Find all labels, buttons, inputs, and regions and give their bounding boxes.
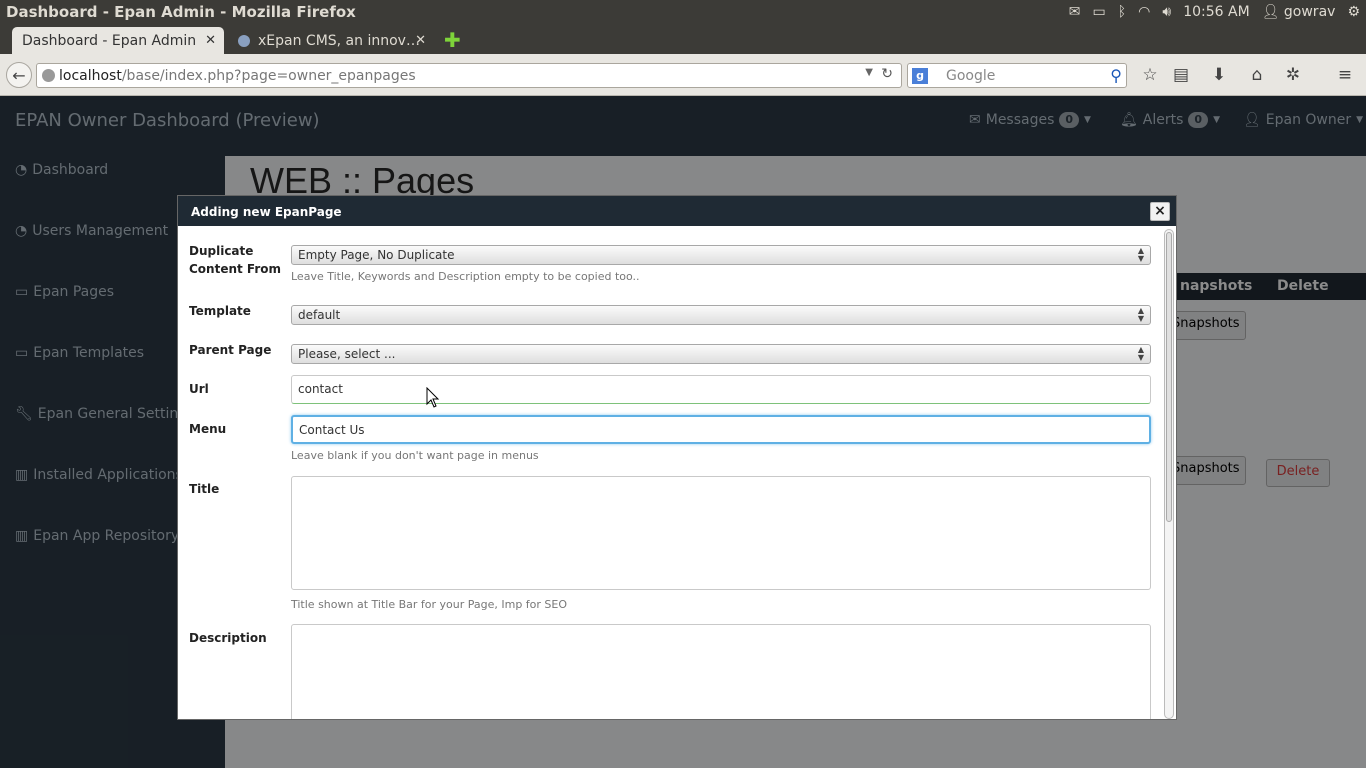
template-select[interactable]: default ▲ ▼ (291, 305, 1151, 325)
url-path: /base/index.php?page=owner_epanpages (121, 67, 416, 84)
menu-label: Menu (189, 422, 227, 436)
close-dialog-button[interactable]: × (1150, 202, 1170, 221)
duplicate-help: Leave Title, Keywords and Description em… (291, 270, 640, 283)
mouse-cursor-icon (426, 387, 440, 408)
description-label: Description (189, 631, 267, 645)
duplicate-label-line2: Content From (189, 262, 282, 276)
dialog-scrollbar[interactable] (1164, 229, 1174, 719)
dialog-titlebar: Adding new EpanPage (178, 196, 1176, 226)
search-bar[interactable]: g Google ⚲ (907, 63, 1127, 88)
description-textarea[interactable] (291, 624, 1151, 719)
username: gowrav (1283, 4, 1336, 20)
close-tab-icon[interactable]: ✕ (415, 33, 426, 48)
title-help: Title shown at Title Bar for your Page, … (291, 598, 568, 611)
dialog-title: Adding new EpanPage (191, 205, 342, 219)
window-title: Dashboard - Epan Admin - Mozilla Firefox (6, 3, 356, 21)
search-icon[interactable]: ⚲ (1110, 66, 1122, 85)
wifi-icon[interactable]: ◠ (1138, 4, 1150, 20)
title-label: Title (189, 482, 220, 496)
os-top-bar: Dashboard - Epan Admin - Mozilla Firefox… (0, 0, 1366, 24)
battery-icon[interactable]: ▭ (1093, 4, 1106, 20)
url-input[interactable]: contact (291, 375, 1151, 404)
template-label: Template (189, 304, 251, 318)
parent-page-select[interactable]: Please, select ... ▲ ▼ (291, 344, 1151, 364)
user-icon: 👤︎ (1261, 4, 1280, 20)
add-page-dialog: Adding new EpanPage × Duplicate Content … (177, 195, 1177, 720)
volume-icon[interactable]: 🔊︎ (1162, 4, 1171, 20)
tab-xepan[interactable]: xEpan CMS, an innov… ✕ (228, 27, 434, 54)
system-tray: ✉ ▭ ᛒ ◠ 🔊︎ 10:56 AM 👤︎ gowrav ⚙ (1069, 0, 1360, 24)
clock[interactable]: 10:56 AM (1183, 4, 1249, 20)
url-bar[interactable]: localhost/base/index.php?page=owner_epan… (36, 63, 902, 88)
gear-icon[interactable]: ⚙ (1347, 4, 1360, 20)
search-placeholder: Google (946, 67, 996, 84)
parent-page-label: Parent Page (189, 343, 272, 357)
scrollbar-thumb[interactable] (1166, 232, 1172, 522)
menu-help: Leave blank if you don't want page in me… (291, 449, 539, 462)
google-engine-icon[interactable]: g (912, 68, 928, 84)
select-arrows-icon: ▲ ▼ (1137, 345, 1144, 362)
bluetooth-icon[interactable]: ᛒ (1118, 4, 1126, 20)
duplicate-selected-value: Empty Page, No Duplicate (298, 248, 455, 262)
tab-bar: Dashboard - Epan Admin ✕ xEpan CMS, an i… (0, 24, 1366, 54)
parent-selected-value: Please, select ... (298, 347, 396, 361)
home-icon[interactable]: ⌂ (1244, 62, 1270, 88)
favicon-icon (238, 34, 250, 47)
history-dropdown-icon[interactable]: ▼ (865, 67, 873, 78)
menu-icon[interactable]: ≡ (1332, 62, 1358, 88)
bookmark-star-icon[interactable]: ☆ (1137, 62, 1163, 88)
duplicate-label: Duplicate Content From (189, 242, 281, 278)
template-selected-value: default (298, 308, 341, 322)
download-icon[interactable]: ⬇ (1206, 62, 1232, 88)
mail-icon[interactable]: ✉ (1069, 4, 1081, 20)
tab-label: Dashboard - Epan Admin (22, 32, 197, 49)
url-label: Url (189, 382, 209, 396)
title-textarea[interactable] (291, 476, 1151, 590)
tab-label: xEpan CMS, an innov… (258, 32, 420, 49)
addon-icon[interactable]: ✲ (1280, 62, 1306, 88)
duplicate-select[interactable]: Empty Page, No Duplicate ▲ ▼ (291, 245, 1151, 265)
back-button[interactable]: ← (6, 62, 32, 88)
select-arrows-icon: ▲ ▼ (1137, 306, 1144, 323)
tab-dashboard[interactable]: Dashboard - Epan Admin ✕ (12, 27, 224, 54)
close-tab-icon[interactable]: ✕ (205, 33, 216, 48)
duplicate-label-line1: Duplicate (189, 244, 254, 258)
site-identity-icon[interactable] (42, 69, 55, 82)
new-tab-icon[interactable]: ✚ (444, 28, 461, 52)
url-host: localhost (59, 67, 122, 84)
select-arrows-icon: ▲ ▼ (1137, 246, 1144, 263)
bookmarks-list-icon[interactable]: ▤ (1168, 62, 1194, 88)
menu-input[interactable]: Contact Us (291, 415, 1151, 444)
reload-icon[interactable]: ↻ (881, 66, 893, 82)
user-menu[interactable]: 👤︎ gowrav (1262, 4, 1336, 20)
browser-navbar: ← localhost/base/index.php?page=owner_ep… (0, 54, 1366, 96)
